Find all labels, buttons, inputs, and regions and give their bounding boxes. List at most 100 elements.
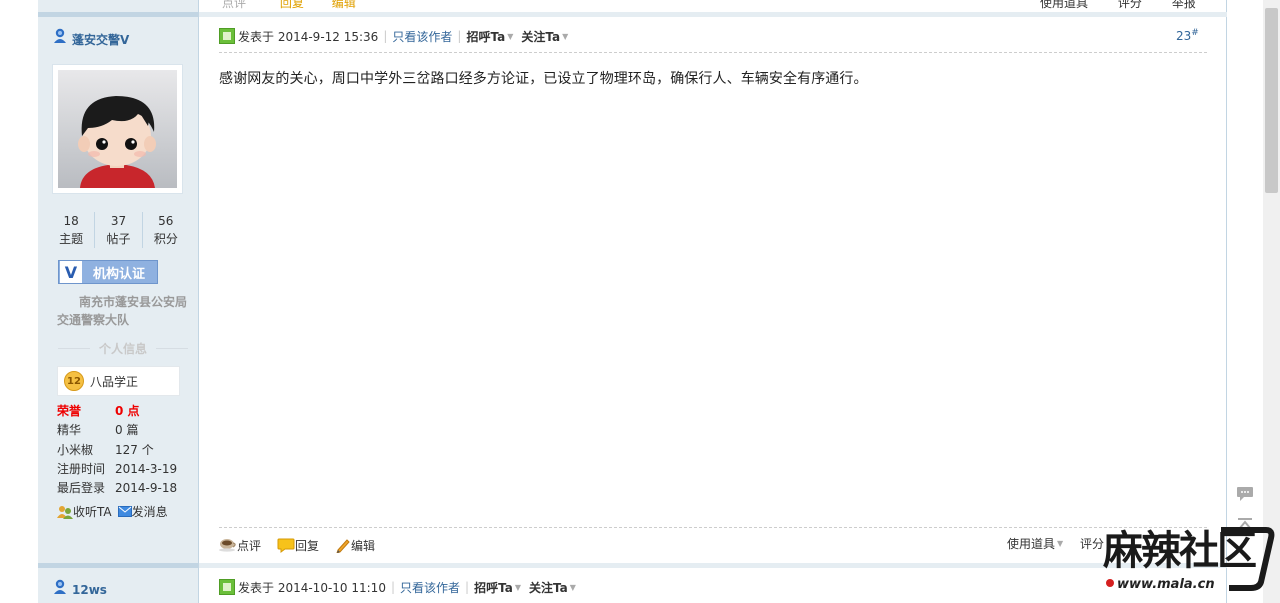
follow-author-label: 收听TA <box>73 505 112 519</box>
post-separator-top <box>199 12 1227 17</box>
chevron-down-icon: ▼ <box>569 582 576 592</box>
verified-org-badge[interactable]: V 机构认证 <box>58 260 158 284</box>
chevron-down-icon: ▼ <box>562 31 569 41</box>
edit-button[interactable]: 编辑 <box>335 537 375 554</box>
prev-post-footer: 点评 回复 编辑 <box>222 0 356 10</box>
stat-posts-value: 37 <box>110 214 127 228</box>
author-organization-text: 南充市蓬安县公安局交通警察大队 <box>57 295 188 327</box>
author-avatar[interactable] <box>52 64 183 194</box>
stat-points[interactable]: 56 积分 <box>141 212 189 248</box>
author-rank: 12 八品学正 <box>57 366 180 396</box>
info-value: 127 个 <box>115 442 154 457</box>
rank-title: 八品学正 <box>90 374 139 389</box>
follow-menu[interactable]: 关注Ta <box>521 28 560 45</box>
avatar-image <box>58 70 177 188</box>
stat-points-value: 56 <box>158 214 174 228</box>
only-author-link[interactable]: 只看该作者 <box>392 28 452 45</box>
info-value: 0 篇 <box>115 423 139 438</box>
use-tools-menu[interactable]: 使用道具 ▼ <box>1007 535 1071 552</box>
post-time: 发表于 2014-9-12 15:36 <box>238 29 379 44</box>
forum-thread-page: 点评 回复 编辑 使用道具 评分 举报 蓬安交警V 18 主题 37 帖子 56… <box>0 0 1280 603</box>
stat-posts-label: 帖子 <box>106 232 131 246</box>
follow-people-icon <box>57 505 73 519</box>
post-footer: 点评 回复 编辑 使用道具 ▼ 评分 <box>219 535 1207 555</box>
send-message-label: 发消息 <box>131 505 168 519</box>
logo-brand-text: 麻辣社区 <box>1103 527 1256 574</box>
post-main-column <box>199 0 1227 603</box>
info-row-register: 注册时间 2014-3-19 <box>57 460 197 479</box>
rank-medal-icon: 12 <box>64 371 84 391</box>
info-value: 2014-9-18 <box>115 481 178 496</box>
prev-post-footer-right: 使用道具 评分 举报 <box>1040 0 1196 10</box>
post-content: 感谢网友的关心，周口中学外三岔路口经多方论证，已设立了物理环岛，确保行人、车辆安… <box>219 71 868 87</box>
post-time: 发表于 2014-10-10 11:10 <box>238 580 386 595</box>
info-row-lastlogin: 最后登录 2014-9-18 <box>57 479 197 498</box>
quick-reply-tool[interactable] <box>1230 483 1260 505</box>
use-tools-label: 使用道具 <box>1007 537 1056 551</box>
chevron-down-icon: ▼ <box>514 582 521 592</box>
follow-author-button[interactable]: 收听TA <box>57 503 112 520</box>
personal-info-divider: 个人信息 <box>58 340 189 357</box>
info-key: 精华 <box>57 423 82 438</box>
prev-reply-link[interactable]: 回复 <box>280 0 304 10</box>
personal-info-title: 个人信息 <box>99 342 148 356</box>
post-separator-bottom <box>199 563 1227 568</box>
info-value: 2014-3-19 <box>115 461 178 476</box>
user-online-icon <box>54 579 66 594</box>
stat-posts[interactable]: 37 帖子 <box>94 212 141 248</box>
send-message-button[interactable]: 发消息 <box>117 503 168 520</box>
post-header: 发表于 2014-10-10 11:10 | 只看该作者 | 招呼Ta ▼ 关注T… <box>219 576 584 598</box>
left-gutter <box>0 0 38 603</box>
envelope-icon <box>117 506 132 517</box>
mala-logo: 麻辣社区 www.mala.cn <box>1103 527 1275 592</box>
greet-menu[interactable]: 招呼Ta <box>474 579 513 596</box>
stat-threads-value: 18 <box>63 214 79 228</box>
pencil-icon <box>336 538 350 553</box>
info-key: 注册时间 <box>57 461 106 476</box>
verified-v-icon: V <box>60 261 82 283</box>
post-floor-number[interactable]: 23# <box>1176 28 1199 43</box>
floor-mark: # <box>1191 28 1199 38</box>
site-watermark-logo: 麻辣社区 www.mala.cn <box>1101 522 1276 597</box>
post-status-icon <box>219 579 235 595</box>
info-row-honor: 荣誉 0 点 <box>57 402 197 421</box>
coffee-cup-icon <box>219 539 236 552</box>
info-key: 最后登录 <box>57 481 106 496</box>
footer-divider <box>219 527 1207 528</box>
prev-report-link[interactable]: 举报 <box>1172 0 1196 10</box>
author-stats: 18 主题 37 帖子 56 积分 <box>48 212 189 248</box>
info-key: 荣誉 <box>57 404 82 418</box>
prev-edit-link[interactable]: 编辑 <box>332 0 356 10</box>
comment-label: 点评 <box>237 538 262 553</box>
only-author-link[interactable]: 只看该作者 <box>400 579 460 596</box>
author-name[interactable]: 12ws <box>72 583 107 597</box>
reply-label: 回复 <box>295 538 320 553</box>
stat-threads[interactable]: 18 主题 <box>48 212 94 248</box>
speech-bubble-icon <box>277 538 295 553</box>
chevron-down-icon: ▼ <box>1057 539 1064 548</box>
info-value: 0 点 <box>115 404 140 418</box>
sidebar-separator-top <box>38 12 199 17</box>
post-status-icon <box>219 28 235 44</box>
verified-label: 机构认证 <box>93 266 146 282</box>
prev-rate-link[interactable]: 评分 <box>1118 0 1142 10</box>
user-online-icon <box>54 28 66 43</box>
post-header: 发表于 2014-9-12 15:36 | 只看该作者 | 招呼Ta ▼ 关注Ta… <box>219 25 576 47</box>
comment-button[interactable]: 点评 <box>219 537 261 554</box>
author-actions: 收听TA 发消息 <box>57 503 168 520</box>
stat-threads-label: 主题 <box>59 232 84 246</box>
author-organization: 南充市蓬安县公安局交通警察大队 <box>57 293 192 329</box>
floor-value: 23 <box>1176 29 1192 43</box>
scrollbar-thumb[interactable] <box>1265 8 1278 193</box>
logo-url-text: www.mala.cn <box>1117 577 1215 592</box>
prev-tools-link[interactable]: 使用道具 <box>1040 0 1088 10</box>
edit-label: 编辑 <box>351 538 376 553</box>
prev-comment-link[interactable]: 点评 <box>222 0 246 10</box>
author-name[interactable]: 蓬安交警V <box>72 31 129 48</box>
reply-button[interactable]: 回复 <box>277 537 319 554</box>
sidebar-separator-bottom <box>38 563 199 568</box>
follow-menu[interactable]: 关注Ta <box>529 579 568 596</box>
info-row-digest: 精华 0 篇 <box>57 421 197 440</box>
greet-menu[interactable]: 招呼Ta <box>466 28 505 45</box>
chevron-down-icon: ▼ <box>507 31 514 41</box>
